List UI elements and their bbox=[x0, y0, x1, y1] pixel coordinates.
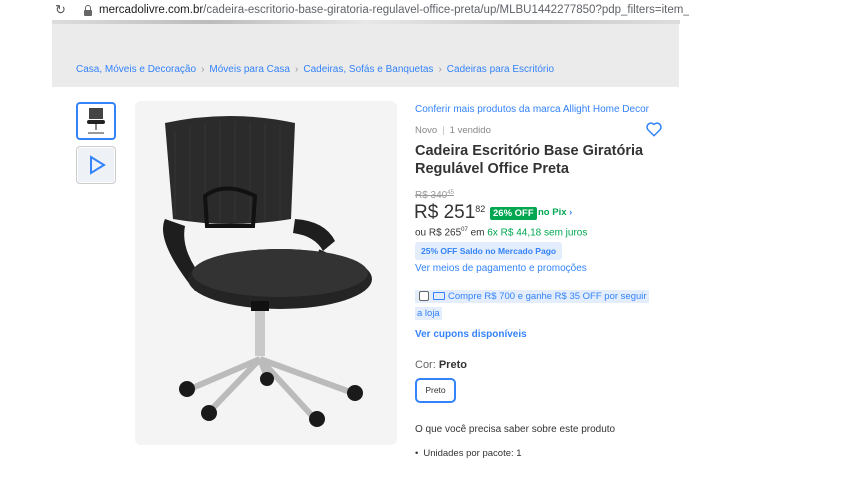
installments: ou R$ 26507 em 6x R$ 44,18 sem juros bbox=[415, 227, 588, 239]
play-icon bbox=[78, 148, 114, 182]
office-chair-image bbox=[163, 116, 372, 427]
chevron-right-icon: › bbox=[201, 64, 205, 75]
breadcrumb-item[interactable]: Cadeiras, Sofás e Banquetas bbox=[303, 64, 433, 75]
breadcrumb-item[interactable]: Casa, Móveis e Decoração bbox=[76, 64, 196, 75]
chevron-right-icon: › bbox=[569, 207, 573, 218]
discount-badge: 26% OFF bbox=[490, 207, 537, 220]
browser-address-bar: ↻ mercadolivre.com.br/cadeira-escritorio… bbox=[0, 0, 853, 20]
heart-icon[interactable] bbox=[645, 120, 663, 138]
condition: Novo bbox=[415, 125, 438, 136]
url-path: /cadeira-escritorio-base-giratoria-regul… bbox=[203, 4, 689, 16]
product-info-heading: O que você precisa saber sobre este prod… bbox=[415, 424, 616, 435]
condition-sold: Novo | 1 vendido bbox=[415, 125, 491, 136]
coupon-checkbox[interactable] bbox=[419, 291, 429, 302]
current-price: R$ 25182 bbox=[414, 202, 486, 223]
chevron-right-icon: › bbox=[295, 64, 299, 75]
product-title: Cadeira Escritório Base Giratória Regulá… bbox=[415, 143, 644, 177]
payment-methods-link[interactable]: Ver meios de pagamento e promoções bbox=[415, 263, 587, 274]
reload-icon[interactable]: ↻ bbox=[55, 3, 69, 17]
ticket-icon bbox=[433, 292, 445, 301]
lock-icon[interactable] bbox=[83, 4, 93, 16]
product-info-bullet: • Unidades por pacote: 1 bbox=[415, 448, 522, 459]
coupon-offer[interactable]: Compre R$ 700 e ganhe R$ 35 OFF por segu… bbox=[415, 288, 661, 322]
product-image[interactable] bbox=[135, 101, 397, 445]
url-field[interactable]: mercadolivre.com.br/cadeira-escritorio-b… bbox=[99, 4, 689, 16]
color-label: Cor: Preto bbox=[415, 359, 467, 371]
url-domain: mercadolivre.com.br bbox=[99, 4, 204, 16]
thumbnail-chair[interactable] bbox=[76, 102, 116, 140]
coupons-link[interactable]: Ver cupons disponíveis bbox=[415, 329, 527, 340]
original-price: R$ 34045 bbox=[415, 190, 454, 201]
color-option-preto[interactable]: Preto bbox=[415, 378, 456, 403]
breadcrumb: Casa, Móveis e Decoração › Móveis para Cas… bbox=[76, 64, 554, 75]
sold-count: 1 vendido bbox=[449, 125, 491, 136]
thumbnail-video[interactable] bbox=[76, 146, 116, 184]
chevron-right-icon: › bbox=[438, 64, 442, 75]
promo-badge: 25% OFF Saldo no Mercado Pago bbox=[415, 242, 563, 260]
breadcrumb-item[interactable]: Cadeiras para Escritório bbox=[447, 64, 554, 75]
brand-link[interactable]: Conferir mais produtos da marca Allight … bbox=[415, 104, 649, 115]
pix-label: no Pix › bbox=[538, 207, 573, 218]
breadcrumb-item[interactable]: Móveis para Casa bbox=[209, 64, 290, 75]
